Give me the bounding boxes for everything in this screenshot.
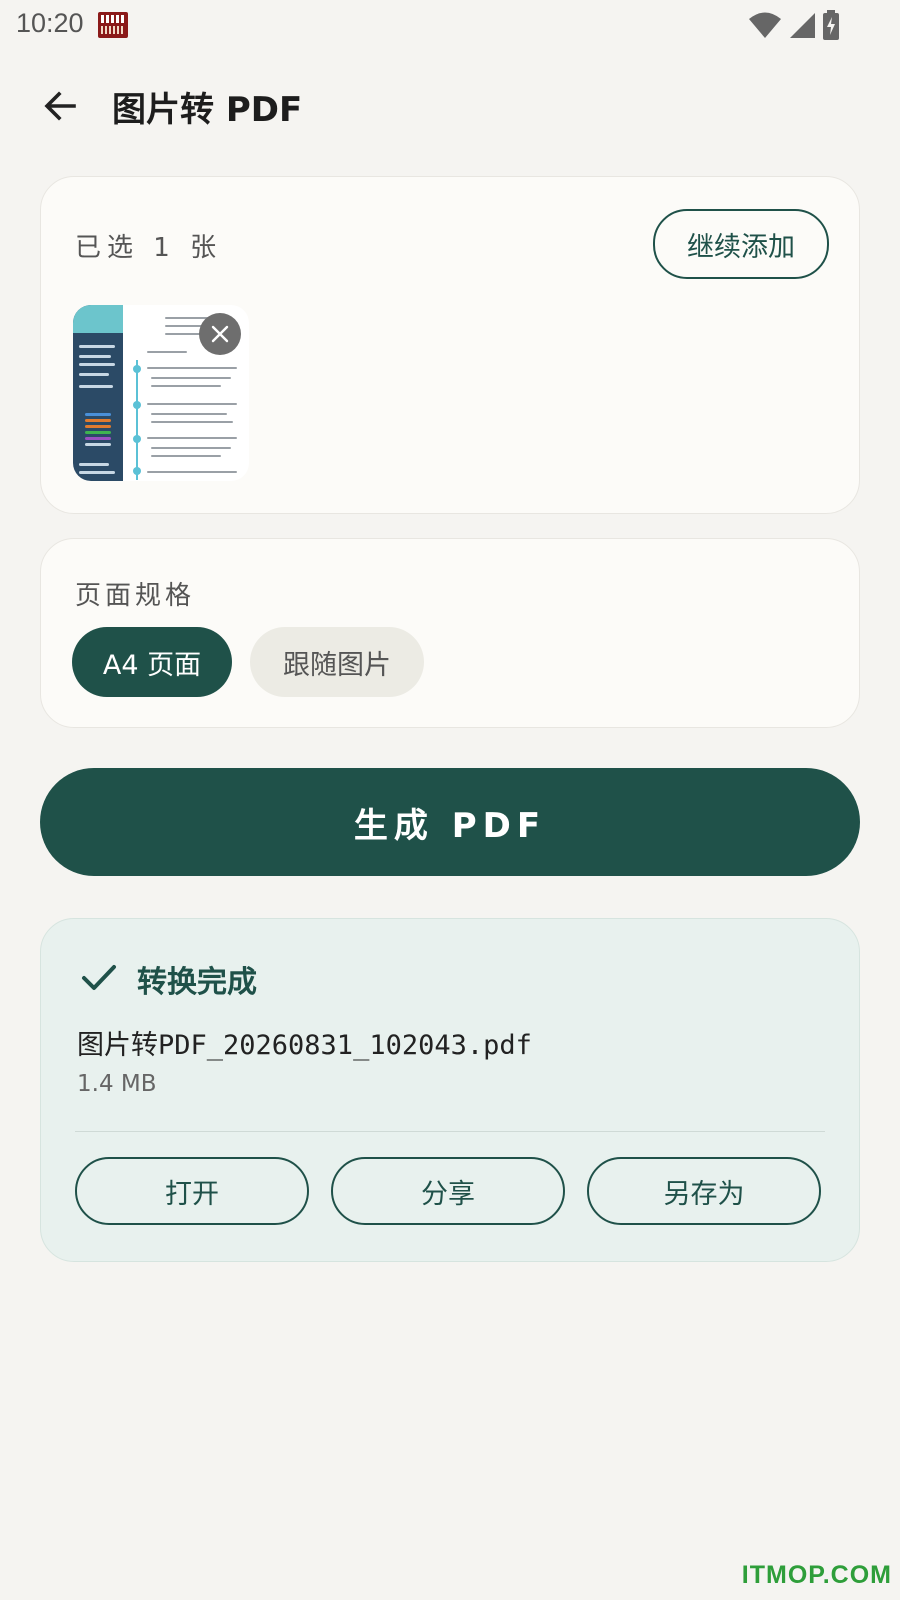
thumbnail-header — [73, 305, 123, 333]
app-bar: 图片转 PDF — [0, 60, 900, 150]
page-size-label: 页面规格 — [75, 581, 196, 611]
thumbnail-dot — [133, 365, 141, 373]
thumbnail-text — [151, 421, 233, 423]
back-arrow-icon — [44, 91, 76, 121]
thumbnail-skill-bar — [85, 425, 111, 428]
divider — [75, 1131, 825, 1132]
thumbnail-text — [147, 351, 187, 353]
thumbnail-text — [147, 437, 237, 439]
notification-app-icon — [98, 12, 128, 38]
thumbnail-text — [147, 367, 237, 369]
thumbnail-skill-bar — [85, 413, 111, 416]
battery-icon — [823, 10, 839, 40]
thumbnail-text — [147, 403, 237, 405]
conversion-result-card: 转换完成 图片转PDF_20260831_102043.pdf 1.4 MB 打… — [40, 918, 860, 1262]
share-button[interactable]: 分享 — [331, 1157, 565, 1225]
thumbnail-line — [79, 471, 115, 474]
page-size-option-follow-image[interactable]: 跟随图片 — [250, 627, 424, 697]
thumbnail-text — [151, 413, 227, 415]
save-as-button[interactable]: 另存为 — [587, 1157, 821, 1225]
page-size-option-a4[interactable]: A4 页面 — [72, 627, 232, 697]
thumbnail-line — [79, 355, 111, 358]
status-time: 10:20 — [16, 8, 84, 38]
watermark: ITMOP.COM — [741, 1561, 892, 1589]
thumbnail-skill-bar — [85, 443, 111, 446]
thumbnail-line — [79, 463, 109, 466]
thumbnail-line — [79, 345, 115, 348]
thumbnail-skill-bar — [85, 437, 111, 440]
page-size-card: 页面规格 A4 页面 跟随图片 — [40, 538, 860, 728]
result-title: 转换完成 — [137, 965, 257, 1000]
signal-icon — [790, 13, 815, 38]
page-title: 图片转 PDF — [112, 90, 303, 130]
thumbnail-dot — [133, 435, 141, 443]
thumbnail-timeline — [136, 360, 138, 480]
wifi-icon — [749, 12, 781, 38]
status-bar: 10:20 — [0, 0, 900, 50]
check-icon — [82, 965, 116, 990]
thumbnail-text — [151, 385, 221, 387]
thumbnail-dot — [133, 467, 141, 475]
remove-image-button[interactable] — [199, 313, 241, 355]
close-icon — [211, 325, 229, 343]
open-button[interactable]: 打开 — [75, 1157, 309, 1225]
thumbnail-text — [151, 447, 231, 449]
status-icons — [748, 10, 840, 40]
thumbnail-line — [79, 385, 113, 388]
thumbnail-skill-bar — [85, 431, 111, 434]
thumbnail-text — [147, 471, 237, 473]
selected-images-card: 已选 1 张 继续添加 — [40, 176, 860, 514]
thumbnail-line — [79, 373, 109, 376]
generate-pdf-button[interactable]: 生成 PDF — [40, 768, 860, 876]
thumbnail-text — [151, 455, 221, 457]
back-button[interactable] — [34, 80, 86, 132]
output-file-name: 图片转PDF_20260831_102043.pdf — [77, 1030, 532, 1061]
thumbnail-sidebar — [73, 305, 123, 481]
add-more-button[interactable]: 继续添加 — [653, 209, 829, 279]
thumbnail-text — [151, 377, 231, 379]
selected-count-label: 已选 1 张 — [75, 233, 223, 263]
output-file-size: 1.4 MB — [77, 1071, 157, 1097]
thumbnail-line — [79, 363, 115, 366]
thumbnail-dot — [133, 401, 141, 409]
thumbnail-skill-bar — [85, 419, 111, 422]
